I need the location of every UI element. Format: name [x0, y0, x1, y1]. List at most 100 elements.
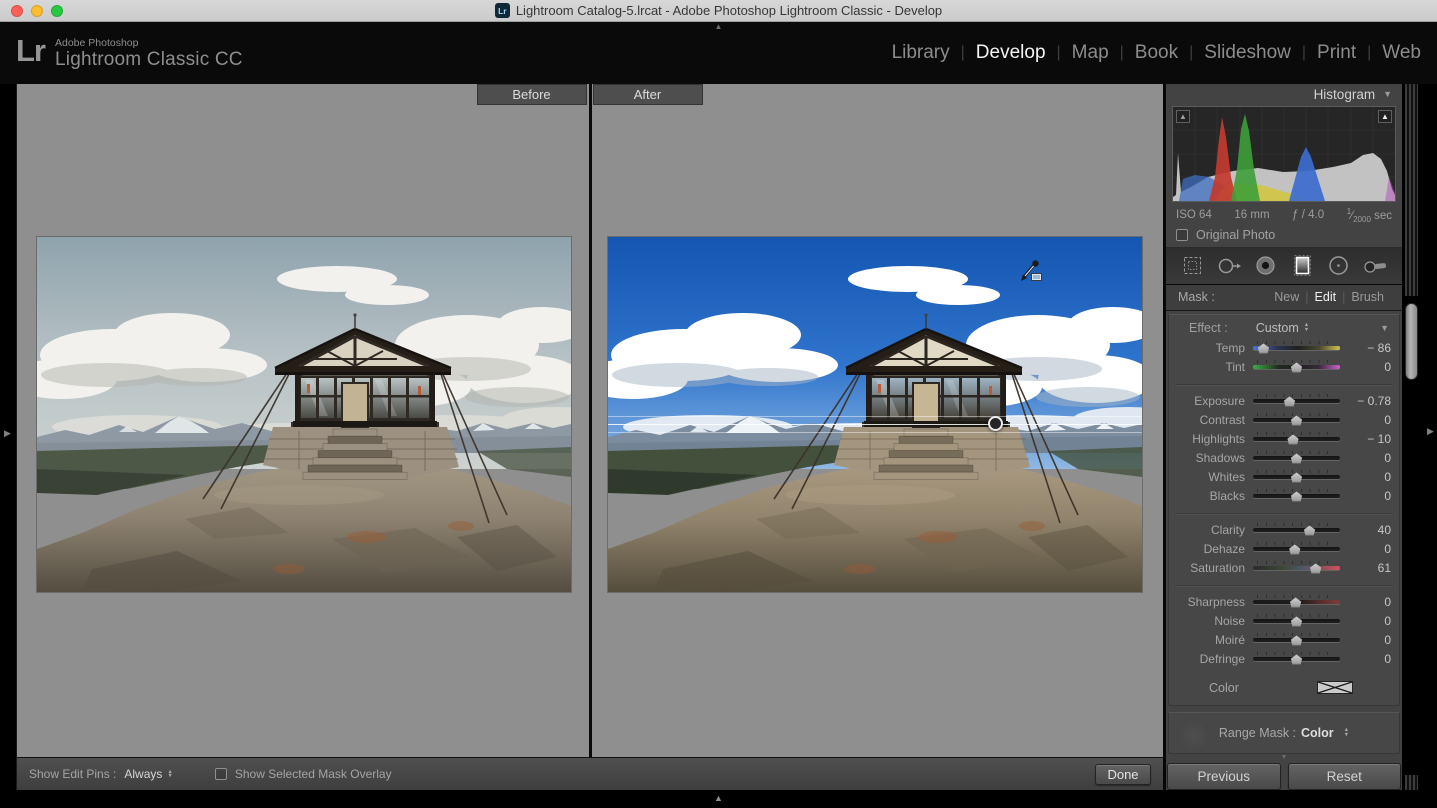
original-photo-label: Original Photo — [1196, 228, 1275, 242]
module-print[interactable]: Print — [1317, 42, 1356, 64]
slider-label-dehaze: Dehaze — [1169, 542, 1245, 556]
slider-thumb-noise[interactable] — [1290, 616, 1303, 627]
slider-thumb-temp[interactable] — [1257, 343, 1270, 354]
slider-thumb-blacks[interactable] — [1290, 491, 1303, 502]
left-panel-collapse[interactable]: ▶ — [0, 84, 16, 790]
spot-removal-tool[interactable] — [1214, 251, 1244, 281]
slider-ticks — [1257, 561, 1336, 564]
shadow-clipping-indicator[interactable]: ▲ — [1176, 110, 1190, 123]
previous-button[interactable]: Previous — [1167, 763, 1281, 790]
slider-clarity[interactable] — [1253, 523, 1340, 537]
radial-filter-tool[interactable] — [1324, 251, 1354, 281]
left-panel-arrow-icon: ▶ — [4, 428, 11, 439]
slider-temp[interactable] — [1253, 341, 1340, 355]
effect-label: Effect : — [1189, 321, 1228, 335]
reset-button[interactable]: Reset — [1288, 763, 1402, 790]
mask-brush-button[interactable]: Brush — [1345, 290, 1390, 304]
slider-thumb-dehaze[interactable] — [1288, 544, 1301, 555]
slider-shadows[interactable] — [1253, 451, 1340, 465]
graduated-filter-line-top[interactable] — [608, 416, 1142, 417]
bottom-panel-collapse-arrow[interactable]: ▲ — [714, 794, 723, 803]
slider-sharpness[interactable] — [1253, 595, 1340, 609]
close-button[interactable] — [11, 5, 23, 17]
color-swatch-none[interactable] — [1317, 681, 1353, 694]
slider-thumb-shadows[interactable] — [1290, 453, 1303, 464]
slider-row-clarity: Clarity 40 — [1169, 521, 1399, 540]
mask-bar: Mask : New|Edit|Brush — [1166, 285, 1402, 311]
mask-edit-button[interactable]: Edit — [1309, 290, 1343, 304]
module-web[interactable]: Web — [1382, 42, 1421, 64]
slider-value-shadows: 0 — [1349, 451, 1391, 465]
range-mask-eyedropper-icon[interactable] — [1177, 719, 1211, 753]
graduated-filter-line-bottom[interactable] — [608, 432, 1142, 433]
bottom-toolbar: Show Edit Pins : Always ▲▼ Show Selected… — [17, 757, 1163, 790]
develop-right-panel: Histogram ▼ ▲ ▲ ISO 64 16 mm ƒ / 4.0 1⁄2… — [1165, 84, 1402, 790]
slider-thumb-exposure[interactable] — [1283, 396, 1296, 407]
scrollbar-thumb[interactable] — [1405, 303, 1418, 380]
slider-contrast[interactable] — [1253, 413, 1340, 427]
edit-pin[interactable] — [988, 416, 1003, 431]
slider-dehaze[interactable] — [1253, 542, 1340, 556]
slider-thumb-defringe[interactable] — [1290, 654, 1303, 665]
module-map[interactable]: Map — [1072, 42, 1109, 64]
original-photo-checkbox[interactable] — [1176, 229, 1188, 241]
mask-new-button[interactable]: New — [1268, 290, 1305, 304]
adjustment-brush-tool[interactable] — [1361, 251, 1391, 281]
color-label: Color — [1209, 681, 1239, 695]
slider-thumb-saturation[interactable] — [1309, 563, 1322, 574]
slider-whites[interactable] — [1253, 470, 1340, 484]
scrollbar-track-top — [1405, 84, 1418, 296]
range-mask-dropdown[interactable]: Color — [1301, 726, 1334, 740]
zoom-button[interactable] — [51, 5, 63, 17]
slider-thumb-contrast[interactable] — [1290, 415, 1303, 426]
slider-thumb-highlights[interactable] — [1287, 434, 1300, 445]
slider-label-exposure: Exposure — [1169, 394, 1245, 408]
slider-track-exposure[interactable] — [1253, 399, 1340, 403]
slider-track-clarity[interactable] — [1253, 528, 1340, 532]
slider-track-saturation[interactable] — [1253, 566, 1340, 570]
right-panel-collapse[interactable]: ▶ — [1422, 84, 1437, 790]
after-image[interactable] — [608, 237, 1142, 592]
crop-overlay-tool[interactable] — [1177, 251, 1207, 281]
exif-readout: ISO 64 16 mm ƒ / 4.0 1⁄2000 sec — [1166, 206, 1402, 224]
panel-collapse-icon[interactable]: ▼ — [1380, 323, 1389, 333]
slider-group-separator — [1175, 377, 1393, 385]
module-picker: Library|Develop|Map|Book|Slideshow|Print… — [892, 42, 1437, 64]
show-edit-pins-dropdown[interactable]: Always — [124, 767, 162, 781]
slider-label-tint: Tint — [1169, 360, 1245, 374]
module-book[interactable]: Book — [1135, 42, 1178, 64]
slider-moire[interactable] — [1253, 633, 1340, 647]
done-button[interactable]: Done — [1095, 764, 1151, 785]
graduated-filter-line-center[interactable] — [608, 424, 1142, 425]
histogram-chart[interactable]: ▲ ▲ — [1172, 106, 1396, 202]
slider-blacks[interactable] — [1253, 489, 1340, 503]
effect-preset-dropdown[interactable]: Custom ▲▼ — [1256, 321, 1310, 335]
graduated-filter-tool[interactable] — [1287, 251, 1317, 281]
mask-label: Mask : — [1178, 290, 1215, 304]
top-panel-collapse-arrow[interactable]: ▲ — [715, 23, 723, 31]
slider-thumb-sharpness[interactable] — [1289, 597, 1302, 608]
highlight-clipping-indicator[interactable]: ▲ — [1378, 110, 1392, 123]
slider-highlights[interactable] — [1253, 432, 1340, 446]
slider-saturation[interactable] — [1253, 561, 1340, 575]
mask-overlay-checkbox[interactable] — [215, 768, 227, 780]
red-eye-correction-tool[interactable] — [1251, 251, 1281, 281]
histogram-header[interactable]: Histogram ▼ — [1166, 84, 1402, 104]
module-slideshow[interactable]: Slideshow — [1204, 42, 1291, 64]
slider-tint[interactable] — [1253, 360, 1340, 374]
slider-row-whites: Whites 0 — [1169, 468, 1399, 487]
slider-defringe[interactable] — [1253, 652, 1340, 666]
slider-thumb-moire[interactable] — [1290, 635, 1303, 646]
slider-noise[interactable] — [1253, 614, 1340, 628]
slider-label-highlights: Highlights — [1169, 432, 1245, 446]
module-develop[interactable]: Develop — [976, 42, 1046, 64]
slider-value-contrast: 0 — [1349, 413, 1391, 427]
slider-thumb-tint[interactable] — [1290, 362, 1303, 373]
minimize-button[interactable] — [31, 5, 43, 17]
eyedropper-cursor — [1019, 257, 1043, 288]
before-image[interactable] — [37, 237, 571, 592]
slider-exposure[interactable] — [1253, 394, 1340, 408]
slider-thumb-whites[interactable] — [1290, 472, 1303, 483]
module-library[interactable]: Library — [892, 42, 950, 64]
slider-thumb-clarity[interactable] — [1303, 525, 1316, 536]
